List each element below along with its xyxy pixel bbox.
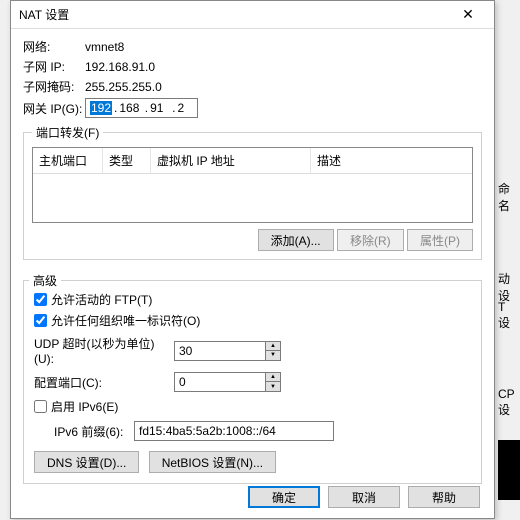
allow-ftp-checkbox[interactable] [34, 293, 47, 306]
subnet-ip-label: 子网 IP: [23, 58, 85, 75]
port-forward-table[interactable]: 主机端口 类型 虚拟机 IP 地址 描述 [32, 147, 473, 223]
port-forward-group: 端口转发(F) 主机端口 类型 虚拟机 IP 地址 描述 添加(A)... 移除… [23, 124, 482, 260]
gateway-oct3[interactable]: 91 [150, 101, 163, 115]
col-desc[interactable]: 描述 [311, 148, 472, 173]
remove-button: 移除(R) [337, 229, 404, 251]
subnet-ip-value: 192.168.91.0 [85, 60, 155, 74]
network-row: 网络: vmnet8 [23, 38, 482, 55]
table-header: 主机端口 类型 虚拟机 IP 地址 描述 [33, 148, 472, 174]
dialog-title: NAT 设置 [19, 6, 450, 23]
udp-spinner[interactable]: ▲ ▼ [265, 342, 280, 360]
enable-ipv6-label: 启用 IPv6(E) [51, 398, 118, 415]
ipv6-prefix-input[interactable] [134, 421, 334, 441]
network-value: vmnet8 [85, 40, 124, 54]
gateway-row: 网关 IP(G): 192 . 168 . 91 . 2 [23, 98, 482, 118]
close-icon[interactable]: ✕ [450, 6, 486, 23]
bg-label: CP 设 [498, 387, 520, 418]
bg-label: 命名 [498, 180, 520, 214]
add-button[interactable]: 添加(A)... [258, 229, 334, 251]
chevron-up-icon[interactable]: ▲ [266, 342, 280, 351]
allow-ftp-row: 允许活动的 FTP(T) [34, 291, 471, 308]
chevron-up-icon[interactable]: ▲ [266, 373, 280, 382]
udp-timeout-row: UDP 超时(以秒为单位)(U): ▲ ▼ [34, 335, 471, 366]
bg-label: T 设 [498, 300, 520, 331]
gateway-oct1[interactable]: 192 [90, 101, 112, 115]
cancel-button[interactable]: 取消 [328, 486, 400, 508]
allow-oui-label: 允许任何组织唯一标识符(O) [51, 312, 200, 329]
udp-timeout-input[interactable]: ▲ ▼ [174, 341, 281, 361]
subnet-mask-row: 子网掩码: 255.255.255.0 [23, 78, 482, 95]
config-port-label: 配置端口(C): [34, 374, 174, 391]
chevron-down-icon[interactable]: ▼ [266, 351, 280, 360]
config-port-input[interactable]: ▲ ▼ [174, 372, 281, 392]
chevron-down-icon[interactable]: ▼ [266, 382, 280, 391]
enable-ipv6-checkbox[interactable] [34, 400, 47, 413]
bg-label: 动设 [498, 270, 520, 304]
advanced-group: 允许活动的 FTP(T) 允许任何组织唯一标识符(O) UDP 超时(以秒为单位… [23, 281, 482, 484]
ipv6-prefix-row: IPv6 前缀(6): [54, 421, 471, 441]
port-forward-legend: 端口转发(F) [32, 124, 103, 141]
gateway-oct4[interactable]: 2 [177, 101, 184, 115]
bg-block [498, 440, 520, 500]
netbios-settings-button[interactable]: NetBIOS 设置(N)... [149, 451, 276, 473]
help-button[interactable]: 帮助 [408, 486, 480, 508]
udp-timeout-field[interactable] [175, 342, 265, 360]
network-label: 网络: [23, 38, 85, 55]
config-port-row: 配置端口(C): ▲ ▼ [34, 372, 471, 392]
col-type[interactable]: 类型 [103, 148, 151, 173]
subnet-ip-row: 子网 IP: 192.168.91.0 [23, 58, 482, 75]
udp-timeout-label: UDP 超时(以秒为单位)(U): [34, 335, 174, 366]
dns-settings-button[interactable]: DNS 设置(D)... [34, 451, 139, 473]
allow-oui-row: 允许任何组织唯一标识符(O) [34, 312, 471, 329]
allow-oui-checkbox[interactable] [34, 314, 47, 327]
nat-settings-dialog: NAT 设置 ✕ 网络: vmnet8 子网 IP: 192.168.91.0 … [10, 0, 495, 519]
ok-button[interactable]: 确定 [248, 486, 320, 508]
subnet-mask-label: 子网掩码: [23, 78, 85, 95]
ipv6-prefix-label: IPv6 前缀(6): [54, 423, 134, 440]
subnet-mask-value: 255.255.255.0 [85, 80, 162, 94]
allow-ftp-label: 允许活动的 FTP(T) [51, 291, 152, 308]
col-vm-ip[interactable]: 虚拟机 IP 地址 [151, 148, 311, 173]
titlebar: NAT 设置 ✕ [11, 1, 494, 29]
port-forward-buttons: 添加(A)... 移除(R) 属性(P) [32, 229, 473, 251]
gateway-input[interactable]: 192 . 168 . 91 . 2 [85, 98, 198, 118]
properties-button: 属性(P) [407, 229, 473, 251]
advanced-title: 高级 [29, 272, 61, 289]
gateway-oct2[interactable]: 168 [119, 101, 139, 115]
enable-ipv6-row: 启用 IPv6(E) [34, 398, 471, 415]
advanced-buttons: DNS 设置(D)... NetBIOS 设置(N)... [34, 451, 471, 473]
cfg-spinner[interactable]: ▲ ▼ [265, 373, 280, 391]
dialog-footer: 确定 取消 帮助 [248, 486, 480, 508]
config-port-field[interactable] [175, 373, 265, 391]
gateway-label: 网关 IP(G): [23, 100, 85, 117]
col-host-port[interactable]: 主机端口 [33, 148, 103, 173]
